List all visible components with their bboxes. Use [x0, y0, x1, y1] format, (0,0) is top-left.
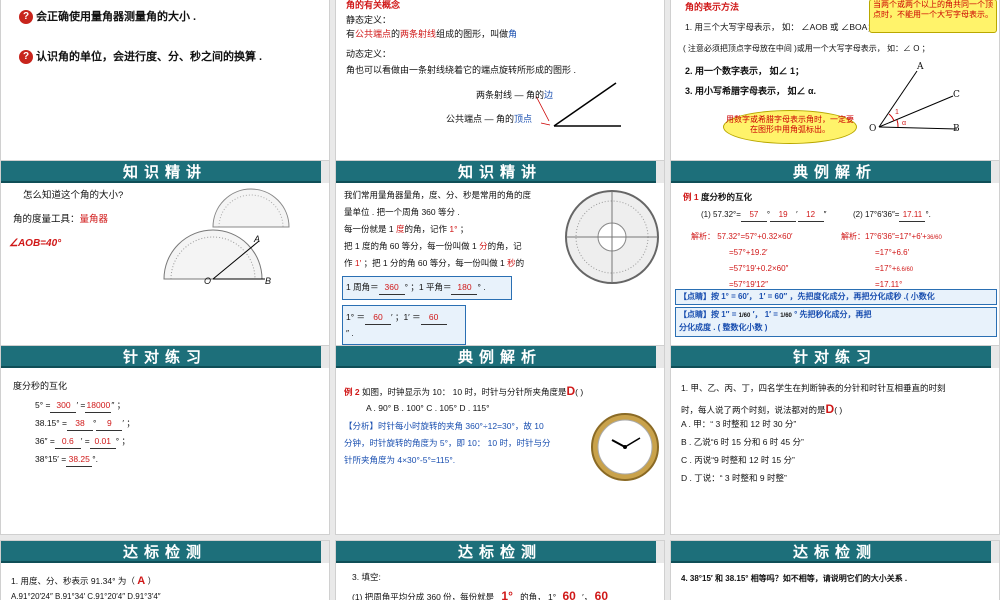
- sol1-3: =57°19′+0.2×60″: [729, 264, 789, 273]
- point-o: O: [869, 124, 877, 134]
- ex2-options: A . 90° B . 100° C . 105° D . 115°: [366, 403, 490, 413]
- angle-alpha-label: α: [902, 120, 907, 127]
- slide-header: 针对练习: [671, 346, 999, 368]
- ex2-question: 例 2 如图，时钟显示为 10： 10 时，时针与分针所夹角度是D( ): [344, 384, 584, 398]
- slide-example-1: 典例解析 例 1 度分秒的互化 (1) 57.32°= 57 ° 19 ′ 12 ″ (2)…: [670, 160, 1000, 350]
- slide-example-2: 典例解析 例 2 如图，时钟显示为 10： 10 时，时针与分针所夹角度是D( …: [335, 345, 665, 535]
- row-4: 38°15′ = 38.25 °.: [35, 453, 98, 467]
- slide-header: 知识精讲: [336, 161, 664, 183]
- q2: (2) 17°6′36″= 17.11 °.: [853, 209, 931, 222]
- slide-angle-concept: 角的有关概念 静态定义： 有公共端点的两条射线组成的图形，叫做角 动态定义： 角…: [335, 0, 665, 185]
- para-line-4: 把 1 度的角 60 等分，每一份叫做 1 分的角，记: [344, 241, 522, 251]
- slide-header: 典例解析: [671, 161, 999, 183]
- slide-header: 达标检测: [671, 541, 999, 563]
- tip-3: 分化成度 . ( 整数化小数 ): [679, 323, 768, 332]
- example-title: 例 1 度分秒的互化: [683, 192, 752, 202]
- protractor-figure: [163, 188, 290, 280]
- analysis-1: 【分析】时针每小时旋转的夹角 360°÷12=30°，故 10: [344, 421, 544, 431]
- fill-line-1: (1) 把周角平均分成 360 份，每份就是 1° 的角， 1° 60 ′， 60: [352, 587, 608, 600]
- para-line-2: 量单位 . 把一个周角 360 等分 .: [344, 207, 460, 217]
- practice-title: 度分秒的互化: [13, 381, 68, 391]
- point-a: A: [917, 62, 924, 72]
- slide-grid: ? 会正确使用量角器测量角的大小 . ? 认识角的单位，会进行度、分、秒之间的换算 …: [0, 0, 1000, 600]
- slide-knowledge-1: 知识精讲 怎么知道这个角的大小? 角的度量工具：量角器 ∠AOB=40° A O…: [0, 160, 330, 350]
- slide-objectives: ? 会正确使用量角器测量角的大小 . ? 认识角的单位，会进行度、分、秒之间的换算 …: [0, 0, 330, 185]
- slide-practice-2: 针对练习 1. 甲、乙、丙、丁，四名学生在判断钟表的分针和时针互相垂直的时刻 时…: [670, 345, 1000, 535]
- sol1-2: =57°+19.2′: [729, 248, 768, 257]
- question-icon: ?: [19, 10, 33, 25]
- fill-title: 3. 填空:: [352, 572, 381, 582]
- sol2-3: =17°+6.6/60: [875, 264, 914, 273]
- slide-header: 达标检测: [1, 541, 329, 563]
- para-line-5: 作 1′ ；把 1 分的角 60 等分，每一份叫做 1 秒的: [344, 258, 525, 268]
- objective-2: ? 认识角的单位，会进行度、分、秒之间的换算 .: [19, 49, 262, 66]
- formula-2: 1° ＝ 60 ′ ；1′ ＝ 60: [346, 311, 447, 325]
- slide-header: 达标检测: [336, 541, 664, 563]
- sol1-1: 解析： 57.32°=57°+0.32×60′: [691, 232, 793, 241]
- option-a: A . 甲：“ 3 时整和 12 时 30 分”: [681, 419, 797, 429]
- angle-notation-figure: [878, 70, 958, 130]
- option-c: C . 丙说“9 时整和 12 时 15 分”: [681, 455, 795, 465]
- point-b: B: [953, 124, 960, 134]
- row-2: 38.15° = 38 ° 9 ′ ；: [35, 417, 135, 431]
- question-icon: ?: [19, 50, 33, 65]
- point-b: B: [265, 276, 272, 286]
- slide-test-3: 达标检测 3. 填空: (1) 把周角平均分成 360 份，每份就是 1° 的角， …: [335, 540, 665, 600]
- sol2-1: 解析：17°6′36″=17°+6′+36/60: [841, 232, 942, 241]
- analysis-3: 针所夹角度为 4×30°-5°=115°.: [344, 455, 456, 465]
- q1: (1) 57.32°= 57 ° 19 ′ 12 ″: [701, 209, 826, 222]
- vertex-label: 公共端点 — 角的顶点: [446, 114, 533, 124]
- objective-1: ? 会正确使用量角器测量角的大小 .: [19, 9, 196, 26]
- point-c: C: [953, 90, 960, 100]
- point-a: A: [254, 234, 261, 244]
- test4-question: 4. 38°15′ 和 38.15° 相等吗？如不相等，请说明它们的大小关系 .: [681, 574, 908, 583]
- slide-header: 针对练习: [1, 346, 329, 368]
- slide-knowledge-2: 知识精讲 我们常用量角器量角，度、分、秒是常用的角的度 量单位 . 把一个周角 …: [335, 160, 665, 350]
- q-line-2: 时，每人说了两个时刻，说法都对的是D( ): [681, 402, 843, 416]
- sides-label: 两条射线 — 角的边: [476, 90, 554, 100]
- clock-image: [591, 413, 659, 481]
- analysis-2: 分钟，时针旋转的角度为 5°，即 10： 10 时，时针与分: [344, 438, 551, 448]
- test1-options: A.91°20′24″ B.91°34′ C.91°20′4″ D.91°3′4…: [11, 592, 161, 600]
- slide-practice-1: 针对练习 度分秒的互化 5° = 300 ′ =18000″ ； 38.15° = 3…: [0, 345, 330, 535]
- row-1: 5° = 300 ′ =18000″ ；: [35, 399, 125, 413]
- protractor-circle-image: [565, 190, 659, 284]
- row-3: 36″ = 0.6 ′ = 0.01 ° ；: [35, 435, 130, 449]
- slide-test-4: 达标检测 4. 38°15′ 和 38.15° 相等吗？如不相等，请说明它们的大…: [670, 540, 1000, 600]
- slide-angle-notation: 角的表示方法 1. 用三个大写字母表示， 如： ∠AOB 或 ∠BOA； ( 注…: [670, 0, 1000, 185]
- tip-2: 【点睛】按 1″ = 1/60 ′， 1′ = 1/60 ° 先把秒化成分，再把: [679, 310, 872, 319]
- slide-header: 典例解析: [336, 346, 664, 368]
- sol2-2: =17°+6.6′: [875, 248, 910, 257]
- para-line-1: 我们常用量角器量角，度、分、秒是常用的角的度: [344, 190, 532, 200]
- test1-question: 1. 用度、分、秒表示 91.34° 为（ A ）: [11, 575, 157, 587]
- angle-1-label: 1: [895, 109, 899, 116]
- option-d: D . 丁说：“ 3 时整和 9 时整”: [681, 473, 787, 483]
- q-line-1: 1. 甲、乙、丙、丁，四名学生在判断钟表的分针和时针互相垂直的时刻: [681, 383, 946, 393]
- para-line-3: 每一份就是 1 度的角，记作 1° ；: [344, 224, 469, 234]
- slide-test-1: 达标检测 1. 用度、分、秒表示 91.34° 为（ A ） A.91°20′2…: [0, 540, 330, 600]
- option-b: B . 乙说“6 时 15 分和 6 时 45 分”: [681, 437, 804, 447]
- tip-1: 【点睛】按 1° = 60′， 1′ = 60″ ，先把度化成分，再把分化成秒 …: [679, 292, 935, 301]
- formula-1: 1 周角＝ 360 ° ；1 平角＝ 180 ° .: [346, 281, 486, 295]
- point-o: O: [204, 276, 212, 286]
- formula-2-end: ″ .: [346, 328, 354, 338]
